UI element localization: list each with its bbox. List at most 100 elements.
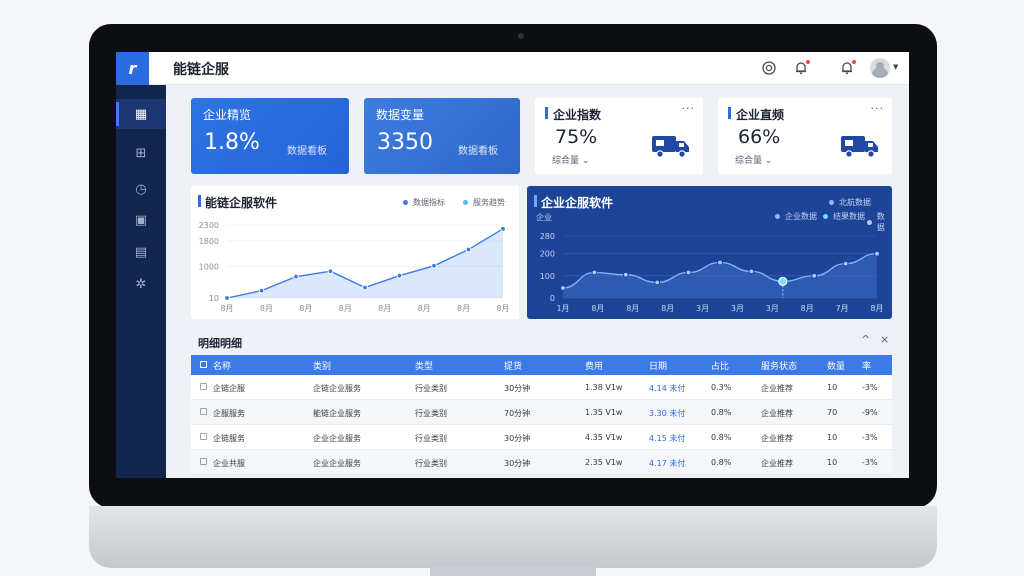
- more-icon[interactable]: ···: [871, 102, 885, 115]
- table-row[interactable]: 企链服务 企业企业服务 行业类别 30分钟 4.35 V1w 4.15 未付 0.8% 企业推…: [191, 425, 892, 450]
- notification-dot: [806, 60, 810, 64]
- bell-alert-icon[interactable]: [839, 60, 856, 76]
- column-header[interactable]: 率: [862, 359, 871, 372]
- x-tick-label: 8月: [339, 304, 352, 313]
- kpi-card-data[interactable]: 数据变量 3350 数据看板: [364, 98, 520, 174]
- target-icon[interactable]: [761, 60, 777, 76]
- kpi-value: 3350: [377, 130, 433, 155]
- row-checkbox[interactable]: [200, 458, 207, 465]
- data-point: [622, 271, 629, 278]
- column-header[interactable]: 提货: [504, 359, 522, 372]
- y-tick-label: 10: [209, 294, 219, 303]
- y-tick-label: 0: [550, 294, 555, 303]
- kpi-card-frequency[interactable]: 企业直频 ··· 66% 综合量 ⌄: [718, 98, 892, 174]
- x-tick-label: 8月: [378, 304, 391, 313]
- x-tick-label: 8月: [457, 304, 470, 313]
- table-cell[interactable]: 4.17 未付: [649, 458, 685, 469]
- table-cell: 1.35 V1w: [585, 408, 623, 417]
- table-cell: 企业推荐: [761, 384, 793, 393]
- clipboard-icon[interactable]: ▣: [116, 205, 166, 235]
- x-tick-label: 8月: [870, 304, 883, 313]
- data-point: [560, 285, 566, 291]
- table-row[interactable]: 企链企服 企链企业服务 行业类别 30分钟 1.38 V1w 4.14 未付 0.3% 企业推…: [191, 375, 892, 400]
- table-cell: 70分钟: [504, 409, 531, 418]
- table-cell: 30分钟: [504, 384, 531, 393]
- row-checkbox[interactable]: [200, 408, 207, 415]
- table-cell: 行业类别: [415, 434, 447, 443]
- data-point: [362, 284, 368, 291]
- x-tick-label: 8月: [299, 304, 312, 313]
- column-header[interactable]: 占比: [711, 359, 729, 372]
- notification-dot: [852, 60, 856, 64]
- table-cell[interactable]: 4.15 未付: [649, 433, 685, 444]
- table-cell: 企链企业服务: [313, 384, 361, 393]
- table-cell: -3%: [862, 383, 878, 392]
- avatar[interactable]: [870, 58, 890, 78]
- collapse-icon[interactable]: ^: [861, 333, 870, 346]
- table-cell[interactable]: 4.14 未付: [649, 383, 685, 394]
- table-cell: 0.8%: [711, 408, 732, 417]
- kpi-note-dropdown[interactable]: 综合量 ⌄: [735, 153, 772, 166]
- bell-icon[interactable]: [793, 60, 810, 76]
- kpi-card-index[interactable]: 企业指数 ··· 75% 综合量 ⌄: [535, 98, 703, 174]
- document-icon[interactable]: ▤: [116, 237, 166, 267]
- data-point: [258, 287, 265, 294]
- y-tick-label: 2300: [199, 221, 219, 230]
- x-tick-label: 8月: [801, 304, 814, 313]
- select-all-checkbox[interactable]: [200, 361, 207, 368]
- y-tick-label: 200: [540, 250, 555, 259]
- line-chart-light: 10 1000 1800 2300 8月 8月 8月 8月 8月 8月 8月 8月: [199, 221, 510, 313]
- x-tick-label: 8月: [496, 304, 509, 313]
- logo-glyph: r: [128, 59, 137, 78]
- data-point: [224, 295, 230, 301]
- column-header[interactable]: 日期: [649, 359, 667, 372]
- kpi-title: 企业精览: [203, 108, 252, 122]
- layout-icon[interactable]: ⊞: [116, 138, 166, 168]
- table-cell: 企业企业服务: [313, 459, 361, 468]
- column-header[interactable]: 数量: [827, 359, 845, 372]
- chevron-down-icon[interactable]: ▼: [893, 63, 898, 71]
- column-header[interactable]: 类型: [415, 359, 433, 372]
- data-point: [717, 259, 723, 266]
- grid-icon[interactable]: ▦: [116, 99, 166, 129]
- x-tick-label: 1月: [556, 304, 569, 313]
- table-cell: 0.8%: [711, 458, 732, 467]
- data-point: [685, 269, 692, 276]
- settings-icon[interactable]: ✲: [116, 269, 166, 299]
- chart-panel-dark: 企业企服软件 企业 北航数据 企业数据 结果数据 数据 0 100 200 280 1月…: [527, 186, 892, 319]
- column-header[interactable]: 服务状态: [761, 359, 797, 372]
- table-cell: 1.38 V1w: [585, 383, 623, 392]
- kpi-note-dropdown[interactable]: 综合量 ⌄: [552, 153, 589, 166]
- x-tick-label: 3月: [696, 304, 709, 313]
- sidebar: ▦ ⊞ ◷ ▣ ▤ ✲: [116, 85, 166, 478]
- table-cell: 企业推荐: [761, 409, 793, 418]
- table-cell[interactable]: 3.30 未付: [649, 408, 685, 419]
- close-icon[interactable]: ×: [880, 333, 889, 346]
- x-tick-label: 8月: [661, 304, 674, 313]
- kpi-subtitle: 数据看板: [287, 146, 327, 157]
- truck-icon: [841, 136, 878, 158]
- table-cell: 企链企服: [213, 384, 245, 393]
- table-cell: 4.35 V1w: [585, 433, 623, 442]
- data-point: [396, 272, 403, 279]
- x-tick-label: 3月: [731, 304, 744, 313]
- column-header[interactable]: 费用: [585, 359, 603, 372]
- row-checkbox[interactable]: [200, 383, 207, 390]
- y-tick-label: 1000: [199, 262, 219, 271]
- highlight-point: [778, 276, 788, 286]
- column-header[interactable]: 名称: [213, 359, 231, 372]
- table-cell: 10: [827, 458, 838, 467]
- table-row[interactable]: 企服服务 能链企业服务 行业类别 70分钟 1.35 V1w 3.30 未付 0.8% 企业推…: [191, 400, 892, 425]
- table-cell: 企链服务: [213, 434, 245, 443]
- table-cell: 企业共服: [213, 459, 245, 468]
- more-icon[interactable]: ···: [682, 102, 696, 115]
- kpi-card-overview[interactable]: 企业精览 1.8% 数据看板: [191, 98, 349, 174]
- table-row[interactable]: 企业共服 企业企业服务 行业类别 30分钟 2.35 V1w 4.17 未付 0.8% 企业推…: [191, 450, 892, 475]
- table-cell: 行业类别: [415, 409, 447, 418]
- app-logo[interactable]: r: [116, 52, 149, 85]
- column-header[interactable]: 类别: [313, 359, 331, 372]
- clock-icon[interactable]: ◷: [116, 174, 166, 204]
- table-cell: 0.3%: [711, 383, 732, 392]
- row-checkbox[interactable]: [200, 433, 207, 440]
- dashboard-screen: r 能链企服 ▼ ▦ ⊞ ◷ ▣ ▤ ✲ 企业精览 1.8% 数据看板 数据变量…: [116, 52, 909, 478]
